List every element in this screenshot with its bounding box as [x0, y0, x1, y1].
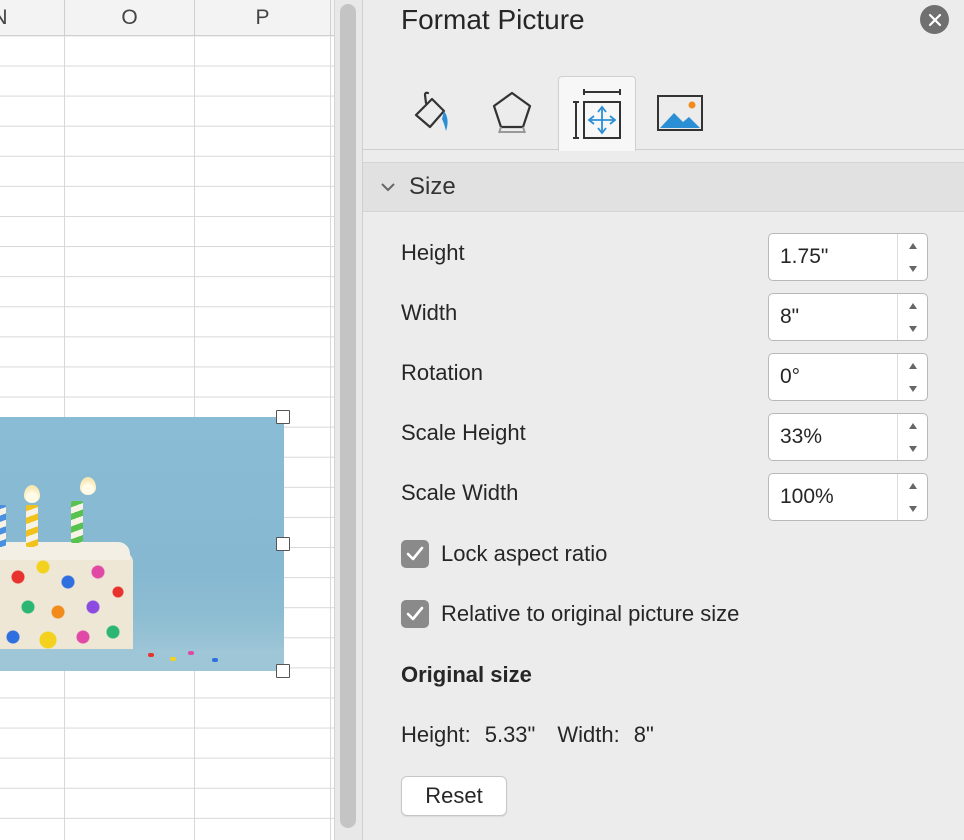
- original-width-label: Width:: [557, 722, 620, 747]
- width-spinner: [768, 293, 928, 341]
- column-header-n-label: N: [0, 6, 8, 30]
- column-header-o[interactable]: O: [65, 0, 195, 36]
- scale-height-decrement-button[interactable]: [898, 437, 927, 460]
- scale-width-increment-button[interactable]: [898, 474, 927, 497]
- format-picture-pane: Format Picture Size Height 1.75" Width 8…: [362, 0, 964, 840]
- candle-flame: [24, 485, 40, 503]
- sheet-vertical-scrollbar[interactable]: [340, 4, 356, 828]
- tab-effects[interactable]: [473, 76, 551, 150]
- triangle-up-icon: [908, 482, 917, 489]
- confetti: [212, 658, 218, 662]
- spreadsheet-area[interactable]: N O P: [0, 0, 334, 840]
- scale-width-label: Scale Width: [401, 480, 519, 505]
- triangle-up-icon: [908, 362, 917, 369]
- candle-flame: [80, 477, 96, 495]
- size-section-title: Size: [409, 173, 456, 200]
- resize-handle-bottom-right[interactable]: [276, 664, 290, 678]
- fill-line-icon: [414, 91, 448, 131]
- reset-button[interactable]: Reset: [401, 776, 507, 816]
- column-header-o-label: O: [121, 6, 138, 29]
- lock-aspect-ratio-label: Lock aspect ratio: [441, 541, 608, 566]
- scale-height-stepper: [897, 414, 927, 460]
- width-input[interactable]: [769, 294, 899, 340]
- picture-icon: [657, 95, 703, 131]
- column-header-p-label: P: [255, 6, 270, 29]
- candle-yellow: [26, 505, 38, 547]
- pentagon-effects-icon: [492, 91, 532, 134]
- width-increment-button[interactable]: [898, 294, 927, 317]
- triangle-down-icon: [908, 325, 917, 332]
- scale-width-spinner: [768, 473, 928, 521]
- original-width-value: 8": [633, 722, 654, 747]
- checkmark-icon: [406, 546, 424, 561]
- rotation-spinner: [768, 353, 928, 401]
- cake-image-body: [0, 552, 133, 657]
- resize-handle-top-right[interactable]: [276, 410, 290, 424]
- original-size-values: Height: 5.33" Width: 8": [401, 722, 668, 748]
- scale-height-spinner: [768, 413, 928, 461]
- triangle-down-icon: [908, 385, 917, 392]
- height-decrement-button[interactable]: [898, 257, 927, 280]
- confetti: [188, 651, 194, 655]
- tab-fill-line[interactable]: [391, 76, 469, 150]
- triangle-down-icon: [908, 505, 917, 512]
- close-pane-button[interactable]: [920, 5, 949, 34]
- triangle-down-icon: [908, 445, 917, 452]
- column-header-p[interactable]: P: [195, 0, 331, 36]
- scale-height-label: Scale Height: [401, 420, 526, 445]
- tab-picture[interactable]: [641, 76, 719, 150]
- candle-blue: [0, 505, 6, 547]
- height-stepper: [897, 234, 927, 280]
- column-header-n[interactable]: N: [0, 0, 65, 36]
- cake-image-frosting: [0, 542, 130, 560]
- original-height-label: Height:: [401, 722, 471, 747]
- original-size-heading: Original size: [401, 662, 532, 687]
- scale-height-increment-button[interactable]: [898, 414, 927, 437]
- chevron-down-icon: [381, 183, 395, 192]
- rotation-label: Rotation: [401, 360, 483, 385]
- confetti: [148, 653, 154, 657]
- triangle-up-icon: [908, 302, 917, 309]
- tab-size-properties[interactable]: [558, 76, 636, 151]
- rotation-input[interactable]: [769, 354, 899, 400]
- size-section-header[interactable]: Size: [363, 162, 964, 212]
- pane-tab-bar: [363, 76, 964, 151]
- relative-original-size-label: Relative to original picture size: [441, 601, 740, 626]
- column-header-row: N O P: [0, 0, 334, 36]
- pane-title: Format Picture: [401, 4, 585, 35]
- relative-original-size-checkbox[interactable]: [401, 600, 429, 628]
- width-decrement-button[interactable]: [898, 317, 927, 340]
- lock-aspect-ratio-checkbox[interactable]: [401, 540, 429, 568]
- size-properties-icon: [573, 89, 621, 139]
- rotation-stepper: [897, 354, 927, 400]
- confetti: [170, 657, 176, 661]
- height-input[interactable]: [769, 234, 899, 280]
- width-label: Width: [401, 300, 458, 325]
- triangle-down-icon: [908, 265, 917, 272]
- height-label: Height: [401, 240, 465, 265]
- close-icon: [928, 13, 941, 26]
- scale-width-stepper: [897, 474, 927, 520]
- triangle-up-icon: [908, 242, 917, 249]
- inserted-picture-birthday-cake[interactable]: [0, 417, 284, 671]
- checkmark-icon: [406, 606, 424, 621]
- candle-green: [71, 501, 83, 543]
- resize-handle-middle-right[interactable]: [276, 537, 290, 551]
- rotation-increment-button[interactable]: [898, 354, 927, 377]
- height-spinner: [768, 233, 928, 281]
- original-height-value: 5.33": [484, 722, 536, 747]
- scale-width-input[interactable]: [769, 474, 899, 520]
- cake-image-table: [0, 649, 284, 671]
- scale-width-decrement-button[interactable]: [898, 497, 927, 520]
- width-stepper: [897, 294, 927, 340]
- height-increment-button[interactable]: [898, 234, 927, 257]
- rotation-decrement-button[interactable]: [898, 377, 927, 400]
- scale-height-input[interactable]: [769, 414, 899, 460]
- triangle-up-icon: [908, 422, 917, 429]
